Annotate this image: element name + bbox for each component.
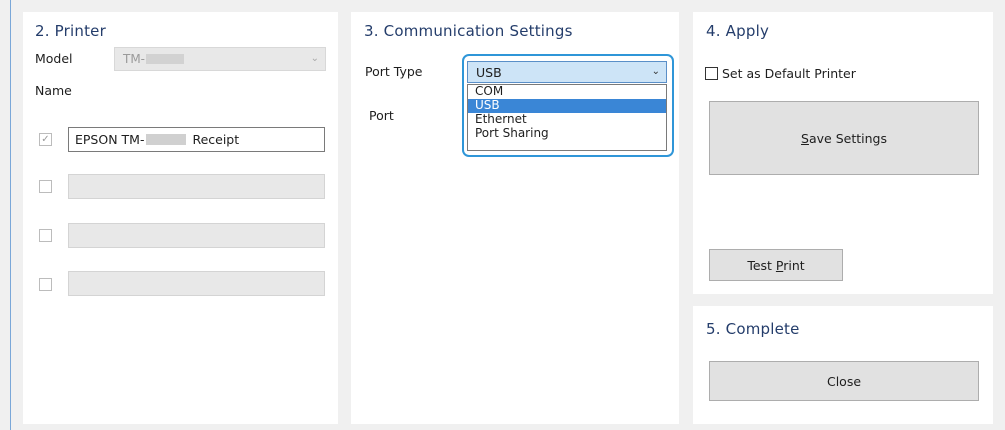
default-printer-label: Set as Default Printer	[722, 66, 856, 81]
name-label: Name	[35, 83, 72, 98]
close-label: Close	[826, 374, 862, 389]
printer-1-checkbox: ✓	[39, 133, 52, 146]
window-left-border	[10, 0, 11, 430]
port-type-value: USB	[476, 65, 502, 80]
chevron-down-icon: ⌄	[651, 66, 660, 77]
model-label: Model	[35, 51, 73, 66]
printer-1-name-suffix: Receipt	[192, 132, 240, 147]
default-printer-checkbox[interactable]	[705, 67, 718, 80]
close-button[interactable]: Close	[709, 361, 979, 401]
name-redaction	[146, 134, 187, 145]
port-type-label: Port Type	[365, 64, 423, 79]
test-print-button[interactable]: Test Print	[709, 249, 843, 281]
port-option-port-sharing[interactable]: Port Sharing	[468, 126, 666, 141]
printer-1-name-field[interactable]: EPSON TM- Receipt	[68, 127, 325, 152]
port-option-ethernet[interactable]: Ethernet	[468, 112, 666, 127]
port-type-dropdown-list: COM USB Ethernet Port Sharing	[467, 84, 667, 151]
printer-4-name-field	[68, 271, 325, 296]
printer-panel	[23, 12, 338, 424]
apply-section-title: 4. Apply	[706, 22, 770, 40]
port-option-com[interactable]: COM	[468, 84, 666, 99]
communication-section-title: 3. Communication Settings	[364, 22, 573, 40]
model-redaction	[146, 54, 185, 64]
checkmark-icon: ✓	[41, 134, 50, 145]
printer-section-title: 2. Printer	[35, 22, 106, 40]
port-option-usb[interactable]: USB	[468, 98, 666, 113]
save-settings-button[interactable]: Save Settings	[709, 101, 979, 175]
test-label-rest: rint	[783, 258, 805, 273]
port-type-select[interactable]: USB ⌄	[467, 61, 667, 83]
printer-2-name-field	[68, 174, 325, 199]
test-label-prefix: Test	[747, 258, 776, 273]
printer-4-checkbox	[39, 278, 52, 291]
save-label: ave Settings	[808, 131, 887, 146]
printer-3-checkbox	[39, 229, 52, 242]
chevron-down-icon: ⌄	[310, 53, 319, 64]
model-select: TM- ⌄	[114, 47, 326, 71]
complete-section-title: 5. Complete	[706, 320, 800, 338]
model-select-value: TM-	[123, 52, 146, 66]
printer-1-name-prefix: EPSON TM-	[75, 132, 145, 147]
printer-2-checkbox	[39, 180, 52, 193]
port-label: Port	[369, 108, 394, 123]
save-mnemonic: S	[801, 131, 809, 146]
printer-3-name-field	[68, 223, 325, 248]
